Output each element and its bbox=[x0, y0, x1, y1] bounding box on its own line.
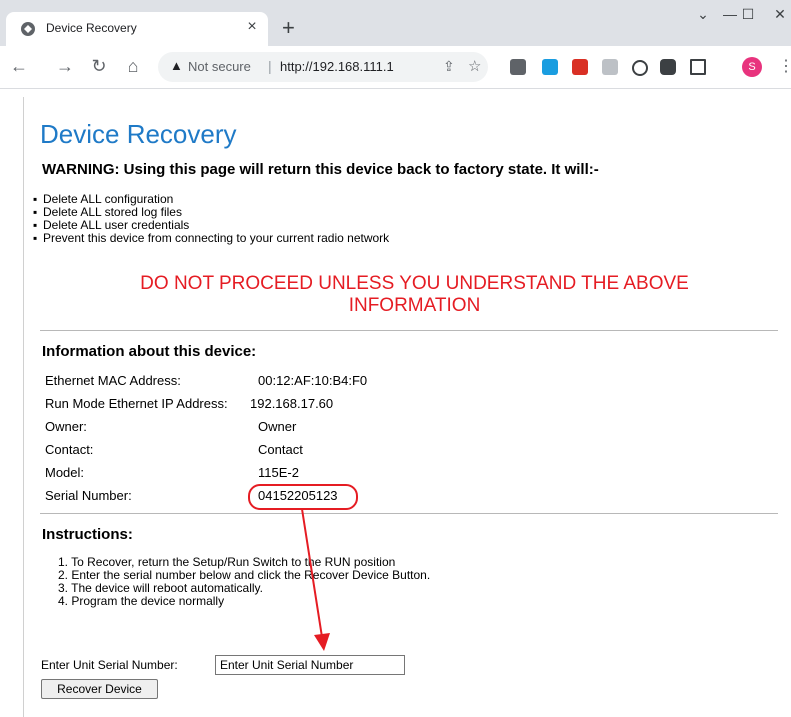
new-tab-button[interactable]: + bbox=[282, 17, 295, 39]
back-icon[interactable]: ← bbox=[8, 55, 30, 77]
puzzle-icon[interactable] bbox=[660, 59, 676, 75]
warning-icon[interactable]: ▲ bbox=[170, 58, 183, 73]
share-icon[interactable]: ⇪ bbox=[443, 58, 455, 75]
close-tab-icon[interactable]: × bbox=[242, 18, 262, 36]
browser-toolbar: ← → ↻ ⌂ ▲ Not secure | http://192.168.11… bbox=[0, 46, 791, 89]
sync-icon[interactable] bbox=[632, 60, 648, 76]
sidepanel-icon[interactable] bbox=[690, 59, 706, 75]
maximize-icon[interactable]: ☐ bbox=[738, 6, 758, 23]
address-bar[interactable]: ▲ Not secure | http://192.168.111.1 ⇪ ☆ bbox=[158, 52, 488, 82]
extension-icon[interactable] bbox=[602, 59, 618, 75]
tab-title: Device Recovery bbox=[46, 21, 137, 35]
tab-search-icon[interactable]: ⌄ bbox=[693, 6, 713, 23]
pdf-extension-icon[interactable] bbox=[572, 59, 588, 75]
star-icon[interactable]: ☆ bbox=[468, 57, 481, 75]
extension-icon[interactable] bbox=[510, 59, 526, 75]
globe-icon bbox=[21, 22, 35, 36]
close-window-icon[interactable]: ✕ bbox=[770, 6, 790, 23]
minimize-icon[interactable]: — bbox=[720, 6, 740, 22]
kebab-menu-icon[interactable]: ⋮ bbox=[778, 56, 791, 76]
serial-number-input[interactable] bbox=[215, 655, 405, 675]
browser-tab-strip: Device Recovery × + ⌄ — ☐ ✕ bbox=[0, 0, 791, 46]
extension-icon[interactable] bbox=[542, 59, 558, 75]
page-content: Device Recovery WARNING: Using this page… bbox=[0, 89, 791, 717]
forward-icon[interactable]: → bbox=[54, 55, 76, 77]
serial-input-label: Enter Unit Serial Number: bbox=[41, 658, 178, 672]
omnibox-separator: | bbox=[268, 58, 272, 74]
recover-device-button[interactable]: Recover Device bbox=[41, 679, 158, 699]
profile-avatar[interactable]: S bbox=[742, 57, 762, 77]
security-label[interactable]: Not secure bbox=[188, 59, 251, 74]
home-icon[interactable]: ⌂ bbox=[122, 55, 144, 77]
browser-tab[interactable]: Device Recovery × bbox=[6, 12, 268, 46]
annotation-arrow bbox=[301, 508, 330, 651]
url-text[interactable]: http://192.168.111.1 bbox=[280, 59, 394, 74]
reload-icon[interactable]: ↻ bbox=[88, 55, 110, 77]
